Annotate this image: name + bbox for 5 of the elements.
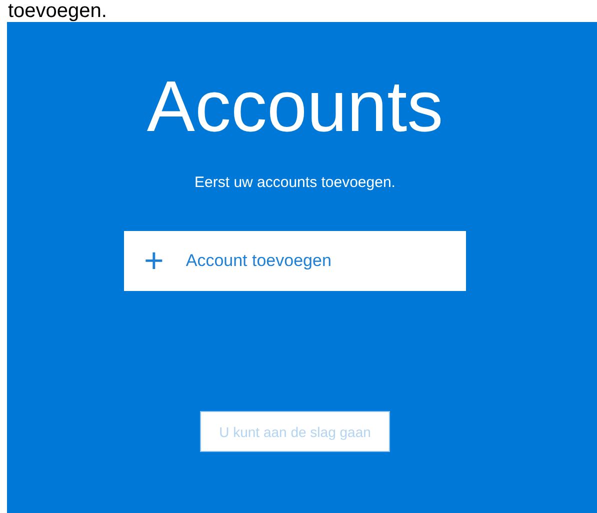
- subtitle-text: Eerst uw accounts toevoegen.: [194, 174, 396, 191]
- plus-icon: +: [144, 244, 164, 278]
- page-title: Accounts: [146, 66, 444, 149]
- add-account-button[interactable]: + Account toevoegen: [124, 231, 466, 291]
- caption-text: toevoegen.: [7, 0, 108, 22]
